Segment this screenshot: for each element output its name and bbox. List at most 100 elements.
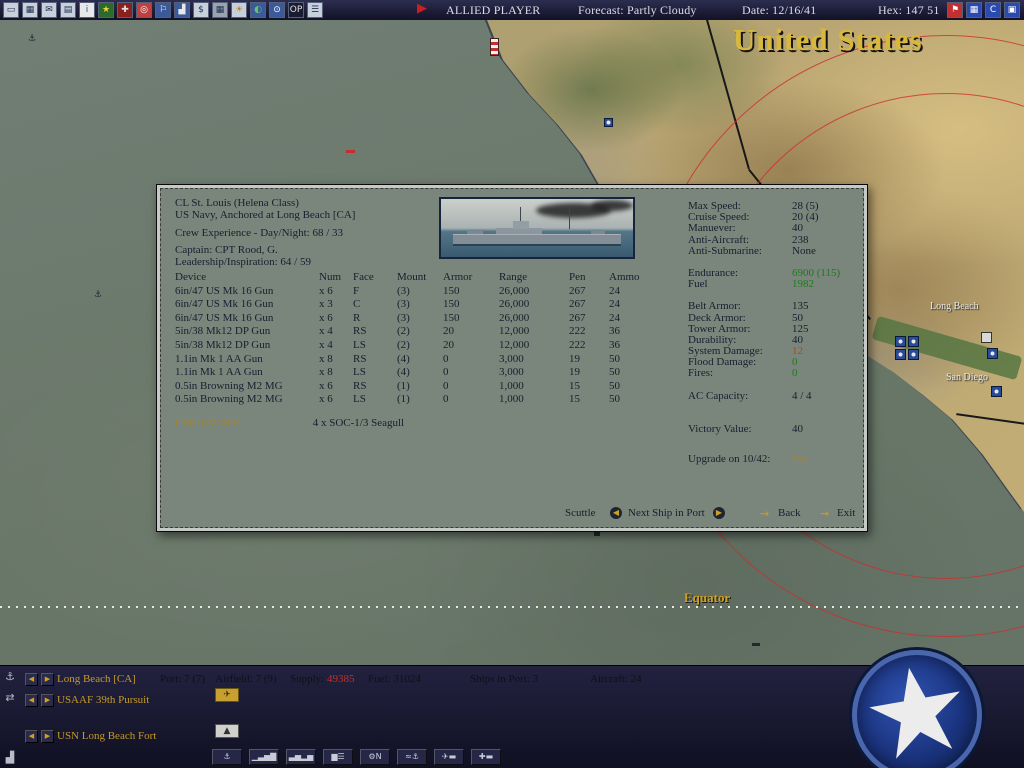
ship-marker[interactable]: [752, 643, 760, 646]
list-icon[interactable]: ☰: [307, 2, 323, 18]
port-ship-button[interactable]: ≈⚓: [397, 749, 427, 765]
top-toolbar: ▭ ▦ ✉ ▤ i ★ ✚ ◎ ⚐ ▟ $ ▦ ☀ ◐ ⊙ OP ☰ ▶ ALLIED PLAYER Forec…: [0, 0, 1024, 21]
base-stat: Supply: 49385: [290, 673, 355, 685]
stat-row: Victory Value: 40: [688, 423, 858, 435]
anchor-icon: ⚓: [28, 34, 37, 44]
stat-value: 4 / 4: [792, 389, 812, 402]
reinforce-button[interactable]: ✚▬: [471, 749, 501, 765]
base-hex-icon[interactable]: [604, 118, 613, 127]
ship-ops-button[interactable]: ⚓: [212, 749, 242, 765]
prev-unit-button[interactable]: ◀: [25, 730, 38, 743]
exit-arrow-icon[interactable]: →: [820, 507, 829, 520]
air-naval-button[interactable]: ✈▬: [434, 749, 464, 765]
flag-icon[interactable]: ⚐: [155, 2, 171, 18]
chart-button[interactable]: ▁▃▅▇: [249, 749, 279, 765]
flag-toggle-icon[interactable]: ⚑: [947, 2, 963, 18]
calculator-icon[interactable]: ▦: [212, 2, 228, 18]
stat-value: Yes: [792, 453, 809, 465]
supply-icon[interactable]: $: [193, 2, 209, 18]
ship-title: CL St. Louis (Helena Class): [175, 197, 299, 209]
task-force-marker[interactable]: [346, 150, 355, 153]
lighthouse-icon: [490, 38, 499, 56]
prev-ship-button[interactable]: ◀: [610, 507, 622, 519]
device-row: 0.5in Browning M2 MG x 6 LS (1) 0 1,000 15 50: [175, 393, 620, 406]
region-label: United States: [733, 22, 923, 57]
base-hex-icon[interactable]: [908, 336, 919, 347]
stat-label: Fuel: [688, 278, 708, 291]
place-label-long-beach: Long Beach: [930, 301, 979, 312]
play-icon[interactable]: ▶: [417, 1, 427, 16]
device-col-header: Armor: [443, 271, 473, 283]
base-stat-value: 49385: [324, 673, 355, 685]
stat-label: Fires:: [688, 367, 714, 380]
forecast-label: Forecast: Partly Cloudy: [578, 3, 697, 17]
back-arrow-icon[interactable]: →: [760, 507, 769, 520]
stat-value: 0: [792, 367, 798, 380]
grid-icon[interactable]: ▦: [22, 2, 38, 18]
stat-value: None: [792, 244, 816, 257]
weather-icon[interactable]: ☀: [231, 2, 247, 18]
base-hex-icon[interactable]: [987, 348, 998, 359]
window-icon[interactable]: ▭: [3, 2, 19, 18]
globe-icon[interactable]: ◐: [250, 2, 266, 18]
leadership: Leadership/Inspiration: 64 / 59: [175, 256, 311, 268]
ship-subtitle: US Navy, Anchored at Long Beach [CA]: [175, 209, 356, 221]
ship-photo: [439, 197, 635, 259]
air-group-name[interactable]: USN 1/VCS-9: [175, 417, 310, 429]
next-ship-button[interactable]: ▶: [713, 507, 725, 519]
air-group-planes: 4 x SOC-1/3 Seagull: [312, 417, 405, 429]
stats-chart-icon[interactable]: ▟: [2, 750, 18, 766]
base-hex-icon[interactable]: [895, 336, 906, 347]
target-icon[interactable]: ◎: [136, 2, 152, 18]
next-unit-button[interactable]: ▶: [41, 730, 54, 743]
base-hex-icon[interactable]: [895, 349, 906, 360]
stat-label: Upgrade on 10/42:: [688, 453, 771, 465]
mail-icon[interactable]: ✉: [41, 2, 57, 18]
exit-button[interactable]: Exit: [837, 507, 855, 519]
next-ship-label[interactable]: Next Ship in Port: [628, 507, 705, 519]
smoke: [591, 200, 633, 211]
info-icon[interactable]: i: [79, 2, 95, 18]
base-name[interactable]: Long Beach [CA]: [57, 673, 136, 685]
dialog-footer: Scuttle ◀ Next Ship in Port ▶ → Back → E…: [161, 507, 863, 521]
fort-unit-name[interactable]: USN Long Beach Fort: [57, 730, 156, 742]
stat-value: 40: [792, 222, 803, 235]
device-row: 6in/47 US Mk 16 Gun x 6 F (3) 150 26,000 267 24: [175, 284, 620, 297]
place-label-san-diego: San Diego: [946, 372, 988, 383]
base-hex-icon[interactable]: [981, 332, 992, 343]
crew-experience: Crew Experience - Day/Night: 68 / 33: [175, 227, 344, 239]
base-hex-icon[interactable]: [908, 349, 919, 360]
fort-unit-icon[interactable]: ▲: [215, 724, 239, 738]
air-group-row[interactable]: USN 1/VCS-9 4 x SOC-1/3 Seagull: [175, 417, 404, 429]
industry-button[interactable]: ▆☰: [323, 749, 353, 765]
minimize-icon[interactable]: ▣: [1004, 2, 1020, 18]
back-button[interactable]: Back: [778, 507, 801, 519]
scuttle-button[interactable]: Scuttle: [565, 507, 596, 519]
chart-icon[interactable]: ▟: [174, 2, 190, 18]
air-unit-icon[interactable]: ✈: [215, 688, 239, 702]
device-table: Device Num Face Mount Armor Range Pen Ammo 6in/…: [175, 271, 675, 407]
map-mode-icon[interactable]: ▦: [966, 2, 982, 18]
stat-row: Anti-Submarine: None: [688, 244, 858, 257]
prev-base-button[interactable]: ◀: [25, 673, 38, 686]
prev-unit-button[interactable]: ◀: [25, 694, 38, 707]
air-unit-name[interactable]: USAAF 39th Pursuit: [57, 694, 149, 706]
device-row: 5in/38 Mk12 DP Gun x 4 LS (2) 20 12,000 222 36: [175, 338, 620, 351]
city-button[interactable]: ▃▅▂▅: [286, 749, 316, 765]
op-icon[interactable]: OP: [288, 2, 304, 18]
stat-row: Fires: 0: [688, 368, 858, 379]
equator-line: [0, 606, 1024, 608]
report-icon[interactable]: ▤: [60, 2, 76, 18]
base-hex-icon[interactable]: [991, 386, 1002, 397]
tower: [513, 221, 529, 229]
next-unit-button[interactable]: ▶: [41, 694, 54, 707]
base-stat: Port: 7 (7): [160, 673, 206, 685]
star-icon[interactable]: ★: [98, 2, 114, 18]
combat-report-icon[interactable]: C: [985, 2, 1001, 18]
combat-icon[interactable]: ✚: [117, 2, 133, 18]
settings-n-button[interactable]: ⚙N: [360, 749, 390, 765]
base-stat: Aircraft: 24: [590, 673, 642, 685]
next-base-button[interactable]: ▶: [41, 673, 54, 686]
zoom-icon[interactable]: ⊙: [269, 2, 285, 18]
topbar-right-icons: ⚑ ▦ C ▣: [947, 2, 1020, 18]
